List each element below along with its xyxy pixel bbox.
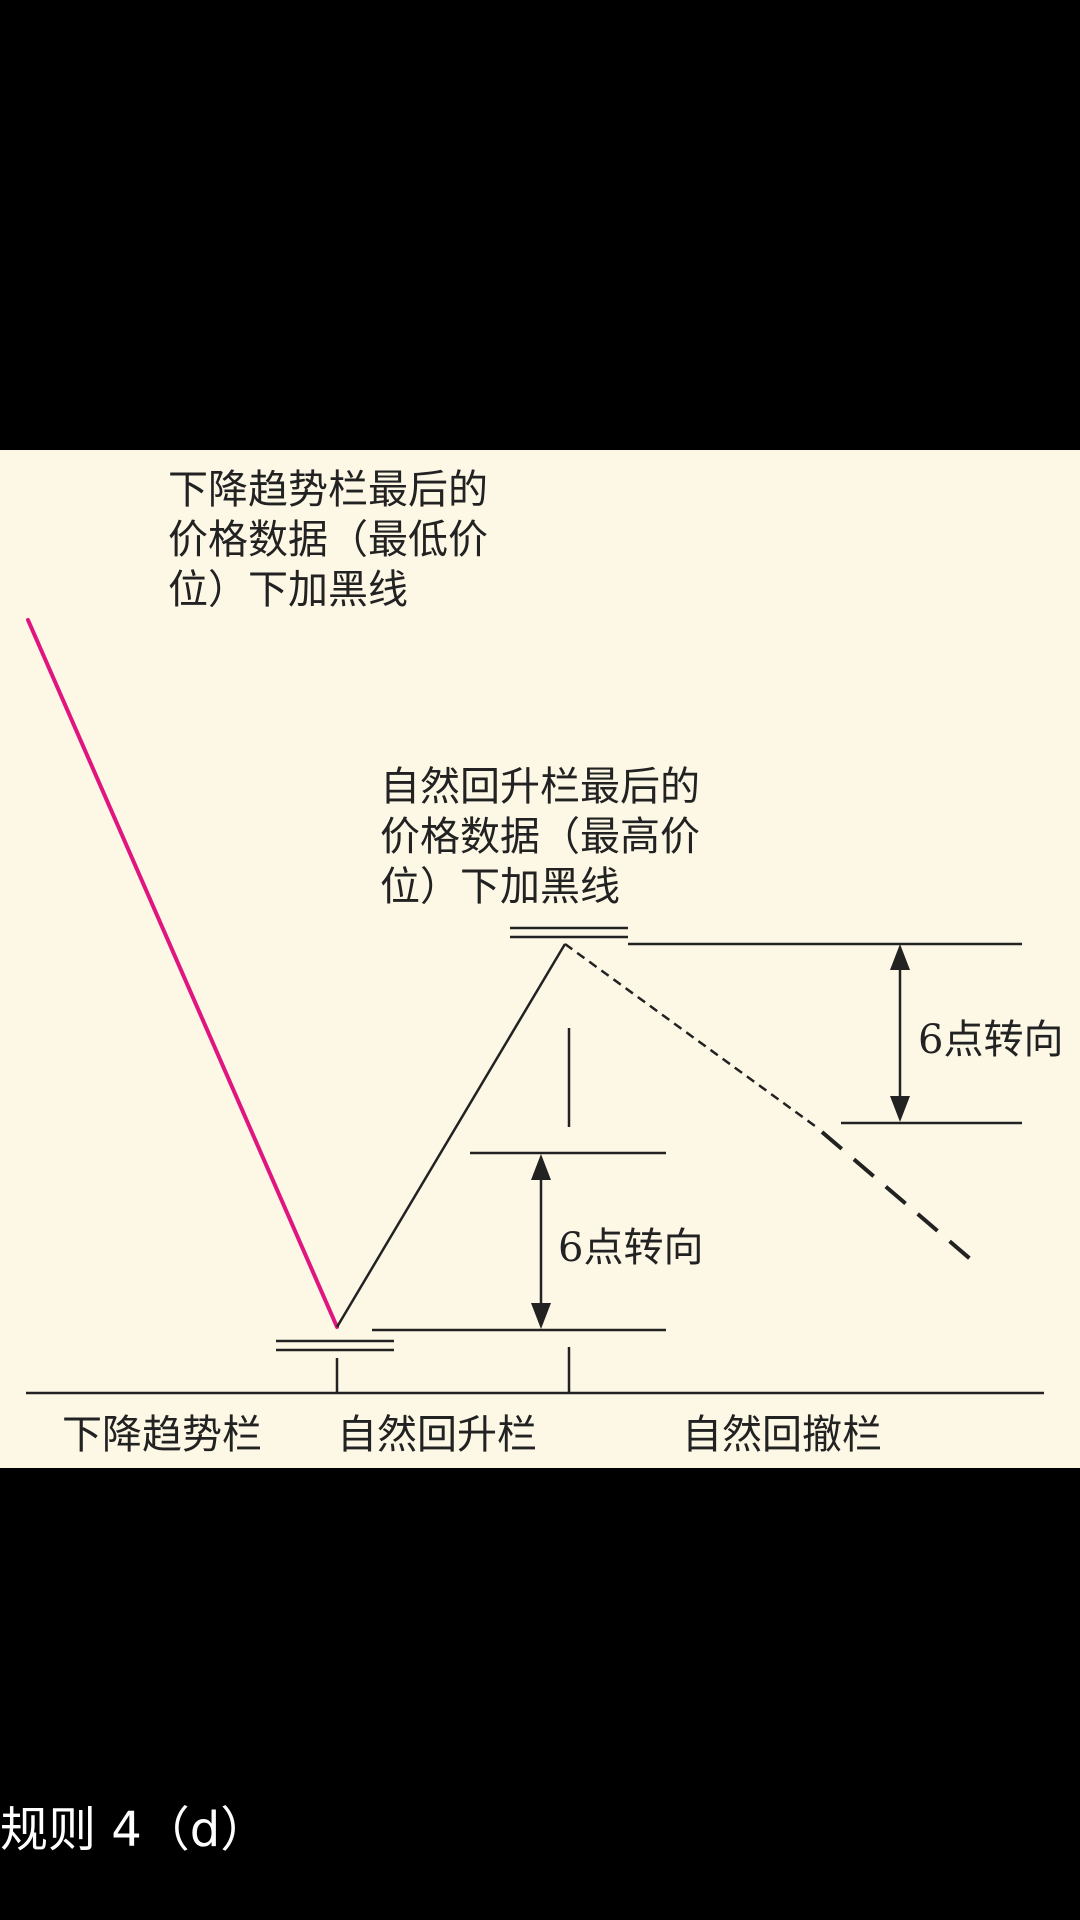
- lower-arrow-head-down: [531, 1303, 551, 1329]
- rally-line: [335, 943, 567, 1328]
- rule-diagram: 下降趋势栏最后的 价格数据（最低价 位）下加黑线 自然回升栏最后的 价格数据（最…: [0, 450, 1080, 1468]
- column-label-natural-rally: 自然回升栏: [337, 1412, 537, 1458]
- lower-arrow-head-up: [531, 1154, 551, 1180]
- image-viewer: 下降趋势栏最后的 价格数据（最低价 位）下加黑线 自然回升栏最后的 价格数据（最…: [0, 0, 1080, 1920]
- diagram-lines: [26, 618, 1044, 1395]
- reaction-dashed-line-fine: [564, 942, 816, 1128]
- upper-reversal-label: 6点转向: [918, 1017, 1064, 1063]
- downtrend-annotation: 下降趋势栏最后的 价格数据（最低价 位）下加黑线: [168, 467, 488, 613]
- upper-arrow-head-down: [890, 1096, 910, 1122]
- column-label-natural-reaction: 自然回撤栏: [682, 1412, 882, 1458]
- upper-arrow-head-up: [890, 944, 910, 970]
- reaction-dashed-line-bold: [820, 1130, 977, 1265]
- downtrend-line: [26, 618, 339, 1329]
- lower-reversal-label: 6点转向: [558, 1225, 704, 1271]
- column-label-downtrend: 下降趋势栏: [62, 1412, 262, 1458]
- image-caption: 规则 4（d）: [0, 1802, 269, 1858]
- rally-annotation: 自然回升栏最后的 价格数据（最高价 位）下加黑线: [380, 764, 700, 910]
